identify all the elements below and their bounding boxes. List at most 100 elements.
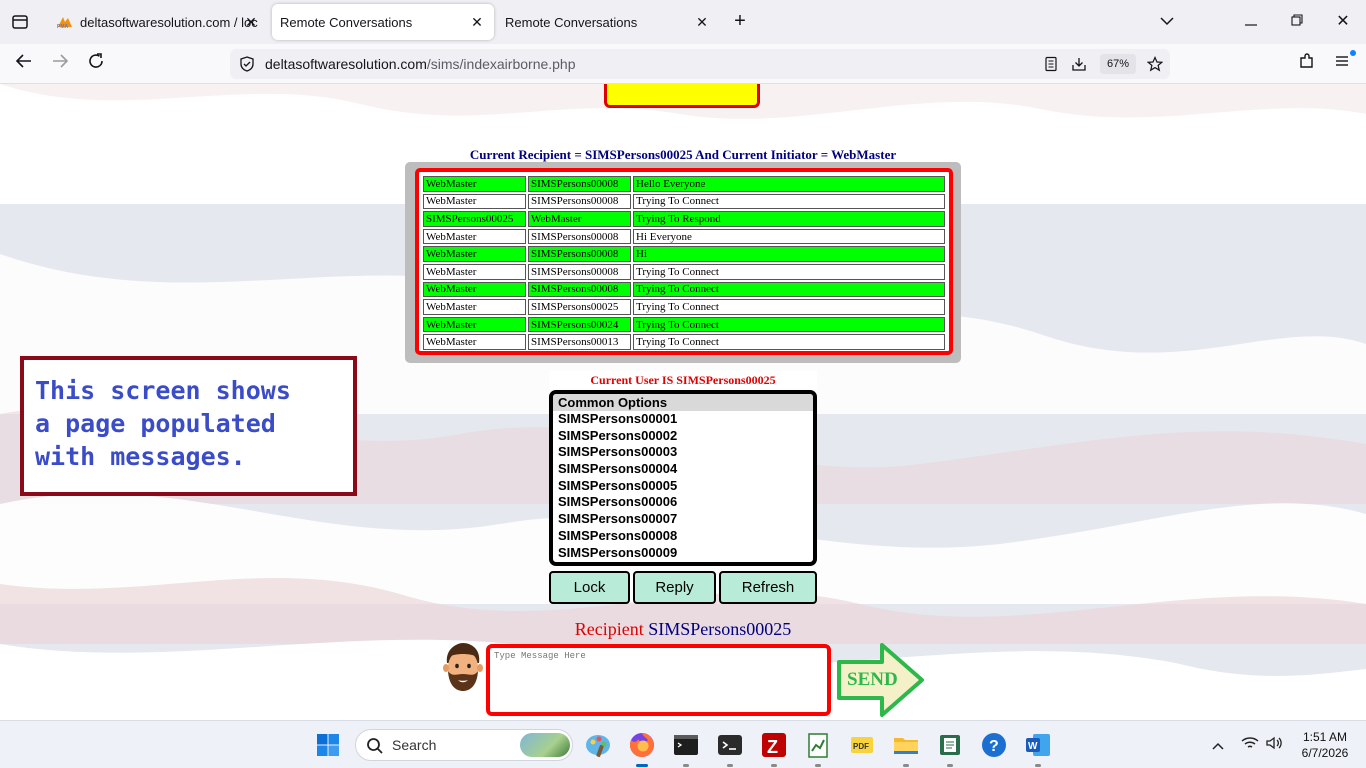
filezilla-app-icon[interactable]: Z bbox=[760, 731, 788, 767]
note-line: with messages. bbox=[35, 442, 246, 471]
lock-button[interactable]: Lock bbox=[549, 571, 630, 604]
recipient-line: Recipient SIMSPersons00025 bbox=[0, 619, 1366, 640]
svg-text:PMA: PMA bbox=[57, 24, 69, 29]
message-row: WebMaster SIMSPersons00008 Trying To Conne… bbox=[423, 193, 945, 210]
chart-notepad-app-icon[interactable] bbox=[804, 731, 832, 767]
volume-icon[interactable] bbox=[1264, 735, 1284, 755]
recipient-value: SIMSPersons00025 bbox=[648, 619, 792, 639]
tab-list-icon[interactable] bbox=[8, 10, 32, 34]
tab-close-icon[interactable]: ✕ bbox=[693, 13, 711, 31]
windows-start-icon[interactable] bbox=[316, 733, 340, 757]
message-row: WebMaster SIMSPersons00008 Trying To Conne… bbox=[423, 263, 945, 280]
url-domain: deltasoftwaresolution.com bbox=[265, 56, 427, 72]
messages-table: WebMaster SIMSPersons00008 Hello Everyone W… bbox=[421, 174, 947, 352]
option-item[interactable]: SIMSPersons00009 bbox=[553, 545, 813, 562]
browser-nav-bar: deltasoftwaresolution.com/sims/indexairb… bbox=[0, 44, 1366, 84]
option-item[interactable]: SIMSPersons00003 bbox=[553, 444, 813, 461]
message-text-cell: Hi bbox=[633, 246, 945, 262]
option-item[interactable]: SIMSPersons00007 bbox=[553, 511, 813, 528]
paint-app-icon[interactable] bbox=[584, 731, 612, 759]
restore-icon[interactable] bbox=[1282, 8, 1312, 36]
extensions-puzzle-icon[interactable] bbox=[1295, 52, 1319, 76]
message-from-cell: WebMaster bbox=[423, 246, 526, 262]
terminal-app-icon[interactable] bbox=[716, 731, 744, 767]
svg-text:?: ? bbox=[989, 738, 999, 755]
message-row: SIMSPersons00025 WebMaster Trying To Respo… bbox=[423, 211, 945, 227]
tab-close-icon[interactable]: ✕ bbox=[242, 13, 260, 31]
message-text-cell: Trying To Connect bbox=[633, 299, 945, 315]
new-tab-plus-icon[interactable]: + bbox=[728, 10, 752, 34]
browser-tab-bar: PMA deltasoftwaresolution.com / loc ✕ Re… bbox=[0, 0, 1366, 44]
search-icon bbox=[366, 737, 384, 755]
reader-view-icon[interactable] bbox=[1043, 56, 1059, 72]
pdf-app-icon[interactable]: PDF bbox=[848, 731, 876, 759]
message-row: WebMaster SIMSPersons00008 Hi Everyone bbox=[423, 228, 945, 245]
message-from-cell: WebMaster bbox=[423, 334, 526, 350]
message-to-cell: SIMSPersons00025 bbox=[528, 299, 631, 315]
system-clock[interactable]: 1:51 AM 6/7/2026 bbox=[1290, 729, 1360, 761]
message-input[interactable] bbox=[486, 644, 831, 716]
reply-button[interactable]: Reply bbox=[633, 571, 716, 604]
messages-frame: WebMaster SIMSPersons00008 Hello Everyone W… bbox=[415, 168, 953, 355]
file-explorer-app-icon[interactable] bbox=[892, 731, 920, 767]
message-from-cell: WebMaster bbox=[423, 228, 526, 245]
tab-remote-conversations-active[interactable]: Remote Conversations ✕ bbox=[272, 4, 494, 40]
minimize-icon[interactable] bbox=[1236, 8, 1266, 36]
message-text-cell: Trying To Connect bbox=[633, 193, 945, 210]
message-text-cell: Hi Everyone bbox=[633, 228, 945, 245]
refresh-button[interactable]: Refresh bbox=[719, 571, 817, 604]
note-line: This screen shows bbox=[35, 376, 291, 405]
option-item[interactable]: SIMSPersons00005 bbox=[553, 478, 813, 495]
tab-close-icon[interactable]: ✕ bbox=[468, 13, 486, 31]
reload-icon[interactable] bbox=[84, 52, 108, 76]
back-arrow-icon[interactable] bbox=[12, 52, 36, 76]
message-from-cell: WebMaster bbox=[423, 263, 526, 280]
tab-overflow-chevron-icon[interactable] bbox=[1152, 8, 1182, 36]
option-item[interactable]: SIMSPersons00006 bbox=[553, 494, 813, 511]
option-item[interactable]: SIMSPersons00001 bbox=[553, 411, 813, 428]
site-info-shield-icon[interactable] bbox=[239, 56, 255, 72]
url-text: deltasoftwaresolution.com/sims/indexairb… bbox=[265, 56, 576, 72]
help-app-icon[interactable]: ? bbox=[980, 731, 1008, 759]
annotation-note: This screen shows a page populated with … bbox=[20, 356, 357, 496]
save-to-pocket-icon[interactable] bbox=[1071, 56, 1087, 72]
tab-remote-conversations[interactable]: Remote Conversations ✕ bbox=[497, 4, 719, 40]
message-text-cell: Trying To Respond bbox=[633, 211, 945, 227]
zoom-level-badge[interactable]: 67% bbox=[1100, 54, 1136, 74]
option-item[interactable]: SIMSPersons00008 bbox=[553, 528, 813, 545]
page-content: Current Recipient = SIMSPersons00025 And… bbox=[0, 84, 1366, 720]
message-text-cell: Trying To Connect bbox=[633, 334, 945, 350]
note-line: a page populated bbox=[35, 409, 276, 438]
message-to-cell: SIMSPersons00024 bbox=[528, 316, 631, 333]
taskbar-search[interactable]: Search bbox=[355, 729, 573, 761]
message-row: WebMaster SIMSPersons00008 Trying To Conne… bbox=[423, 281, 945, 298]
options-group-header: Common Options bbox=[553, 394, 813, 411]
firefox-app-icon[interactable] bbox=[628, 731, 656, 767]
word-app-icon[interactable]: W bbox=[1024, 731, 1052, 767]
message-to-cell: WebMaster bbox=[528, 211, 631, 227]
tab-phpmyadmin[interactable]: PMA deltasoftwaresolution.com / loc ✕ bbox=[46, 4, 268, 40]
message-text-cell: Trying To Connect bbox=[633, 316, 945, 333]
message-to-cell: SIMSPersons00008 bbox=[528, 228, 631, 245]
reader-app-icon[interactable] bbox=[936, 731, 964, 767]
message-row: WebMaster SIMSPersons00013 Trying To Conne… bbox=[423, 334, 945, 350]
forward-arrow-icon[interactable] bbox=[48, 52, 72, 76]
send-arrow-button[interactable]: SEND bbox=[836, 642, 926, 718]
wifi-icon[interactable] bbox=[1240, 735, 1260, 755]
command-prompt-app-icon[interactable] bbox=[672, 731, 700, 767]
message-row: WebMaster SIMSPersons00025 Trying To Conne… bbox=[423, 299, 945, 315]
option-item[interactable]: SIMSPersons00002 bbox=[553, 428, 813, 445]
url-bar[interactable]: deltasoftwaresolution.com/sims/indexairb… bbox=[230, 49, 1170, 79]
app-menu-hamburger-icon[interactable] bbox=[1330, 50, 1356, 76]
tray-chevron-up-icon[interactable] bbox=[1208, 735, 1228, 755]
conversation-heading: Current Recipient = SIMSPersons00025 And… bbox=[469, 147, 897, 162]
svg-text:Z: Z bbox=[767, 737, 778, 757]
message-from-cell: WebMaster bbox=[423, 193, 526, 210]
option-item[interactable]: SIMSPersons00004 bbox=[553, 461, 813, 478]
bookmark-star-icon[interactable] bbox=[1146, 56, 1164, 72]
recipient-label: Recipient bbox=[574, 619, 644, 639]
message-from-cell: WebMaster bbox=[423, 176, 526, 192]
message-text-cell: Hello Everyone bbox=[633, 176, 945, 192]
close-window-icon[interactable]: ✕ bbox=[1328, 8, 1358, 36]
recipient-options-list[interactable]: Common Options SIMSPersons00001 SIMSPerso… bbox=[549, 390, 817, 566]
